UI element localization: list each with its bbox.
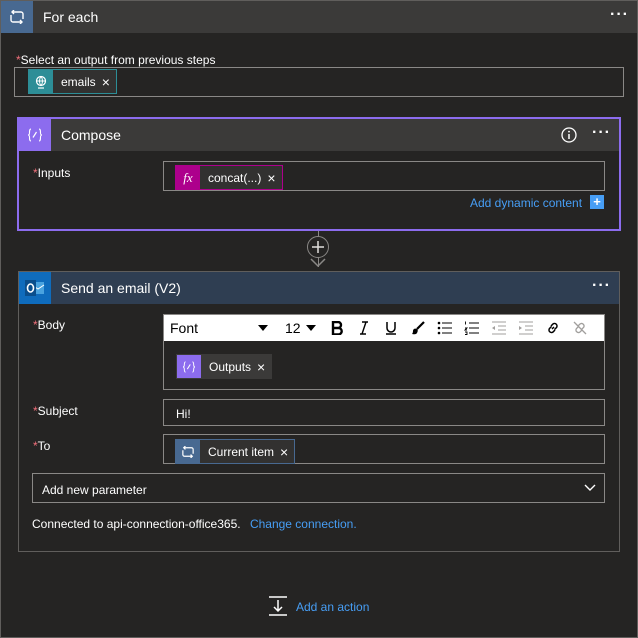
remove-token-button[interactable]: × (280, 444, 294, 460)
email-body-label-row: *Body (33, 318, 65, 332)
foreach-emails-token[interactable]: emails × (28, 69, 117, 94)
email-subject-input[interactable]: Hi! (163, 399, 605, 426)
compose-title: Compose (61, 127, 121, 143)
compose-more-button[interactable]: ··· (592, 124, 611, 142)
add-action-icon[interactable] (268, 596, 288, 616)
increase-indent-button[interactable] (513, 316, 539, 340)
underline-icon (386, 322, 396, 335)
loop-icon (182, 445, 194, 458)
outputs-token[interactable]: Outputs × (176, 354, 273, 379)
email-to-label: To (37, 439, 51, 453)
token-label: Outputs (209, 359, 252, 374)
remove-link-button[interactable] (567, 316, 593, 340)
remove-token-button[interactable]: × (102, 74, 116, 90)
foreach-icon-tile (1, 1, 33, 33)
email-body-label: Body (37, 318, 66, 332)
remove-token-button[interactable]: × (257, 359, 271, 375)
font-family-dropdown[interactable]: Font (164, 316, 274, 340)
bold-button[interactable] (324, 316, 350, 340)
chevron-down-icon (584, 484, 596, 491)
add-new-parameter-dropdown[interactable]: Add new parameter (32, 473, 605, 503)
compose-inputs-label: Inputs (37, 166, 71, 180)
fx-icon: fx (183, 169, 193, 185)
email-header[interactable]: Send an email (V2) ··· (19, 272, 619, 304)
globe-dynamic-icon-tile (29, 70, 53, 93)
foreach-title: For each (43, 9, 99, 25)
remove-token-button[interactable]: × (267, 170, 281, 186)
decrease-indent-icon (492, 321, 506, 335)
link-icon (548, 322, 558, 334)
unlink-icon (573, 321, 587, 335)
bullet-list-icon (437, 321, 452, 335)
brush-icon (412, 321, 425, 335)
font-size-value: 12 (285, 320, 301, 336)
numbered-list-icon (464, 321, 479, 335)
fx-icon-tile: fx (176, 166, 200, 189)
bold-icon (331, 321, 343, 335)
compose-inputs-label-row: *Inputs (33, 166, 70, 180)
italic-button[interactable] (351, 316, 377, 340)
insert-link-button[interactable] (540, 316, 566, 340)
caret-down-icon (306, 325, 316, 331)
compose-icon (182, 360, 196, 373)
globe-dynamic-icon (35, 75, 47, 89)
email-subject-label-row: *Subject (33, 404, 78, 418)
add-dynamic-plus-icon[interactable]: + (590, 195, 604, 209)
connection-row: Connected to api-connection-office365. C… (32, 517, 357, 531)
add-dynamic-content-label: Add dynamic content (470, 196, 583, 210)
loop-icon-tile (176, 440, 200, 463)
text-color-button[interactable] (405, 316, 431, 340)
add-an-action-button[interactable]: Add an action (296, 600, 369, 614)
outlook-icon (25, 280, 45, 296)
email-subject-label: Subject (37, 404, 78, 418)
underline-button[interactable] (378, 316, 404, 340)
insert-step-plus-icon[interactable] (307, 236, 329, 258)
compose-icon-tile (177, 355, 201, 378)
font-family-value: Font (170, 320, 199, 336)
increase-indent-icon (519, 321, 533, 335)
caret-down-icon (258, 325, 268, 331)
compose-icon-tile (19, 119, 51, 151)
change-connection-link[interactable]: Change connection. (250, 517, 357, 531)
email-subject-value: Hi! (176, 407, 191, 421)
email-title: Send an email (V2) (61, 280, 181, 296)
info-icon[interactable] (561, 127, 577, 143)
add-new-parameter-label: Add new parameter (42, 483, 147, 497)
foreach-more-button[interactable]: ··· (610, 6, 629, 24)
arrow-down-icon (309, 258, 327, 268)
bullet-list-button[interactable] (432, 316, 458, 340)
font-size-dropdown[interactable]: 12 (280, 316, 320, 340)
connected-text: Connected to api-connection-office365. (32, 517, 241, 531)
token-label: Current item (208, 444, 275, 459)
email-to-label-row: *To (33, 439, 50, 453)
italic-icon (360, 321, 368, 335)
rich-text-toolbar: Font 12 (164, 315, 604, 341)
loop-icon (10, 10, 24, 24)
foreach-output-label: Select an output from previous steps (20, 53, 216, 67)
decrease-indent-button[interactable] (486, 316, 512, 340)
foreach-header[interactable]: For each ··· (1, 1, 637, 33)
compose-icon (27, 128, 43, 142)
numbered-list-button[interactable] (459, 316, 485, 340)
current-item-token[interactable]: Current item × (175, 439, 296, 464)
token-label: concat(...) (208, 170, 262, 185)
email-more-button[interactable]: ··· (592, 277, 611, 295)
concat-token[interactable]: fx concat(...) × (175, 165, 283, 190)
add-dynamic-content-link[interactable]: Add dynamic content (470, 196, 582, 210)
compose-header[interactable]: Compose ··· (19, 119, 619, 151)
foreach-output-label-row: *Select an output from previous steps (16, 53, 215, 67)
outlook-icon-tile (19, 272, 51, 304)
token-label: emails (61, 74, 96, 89)
